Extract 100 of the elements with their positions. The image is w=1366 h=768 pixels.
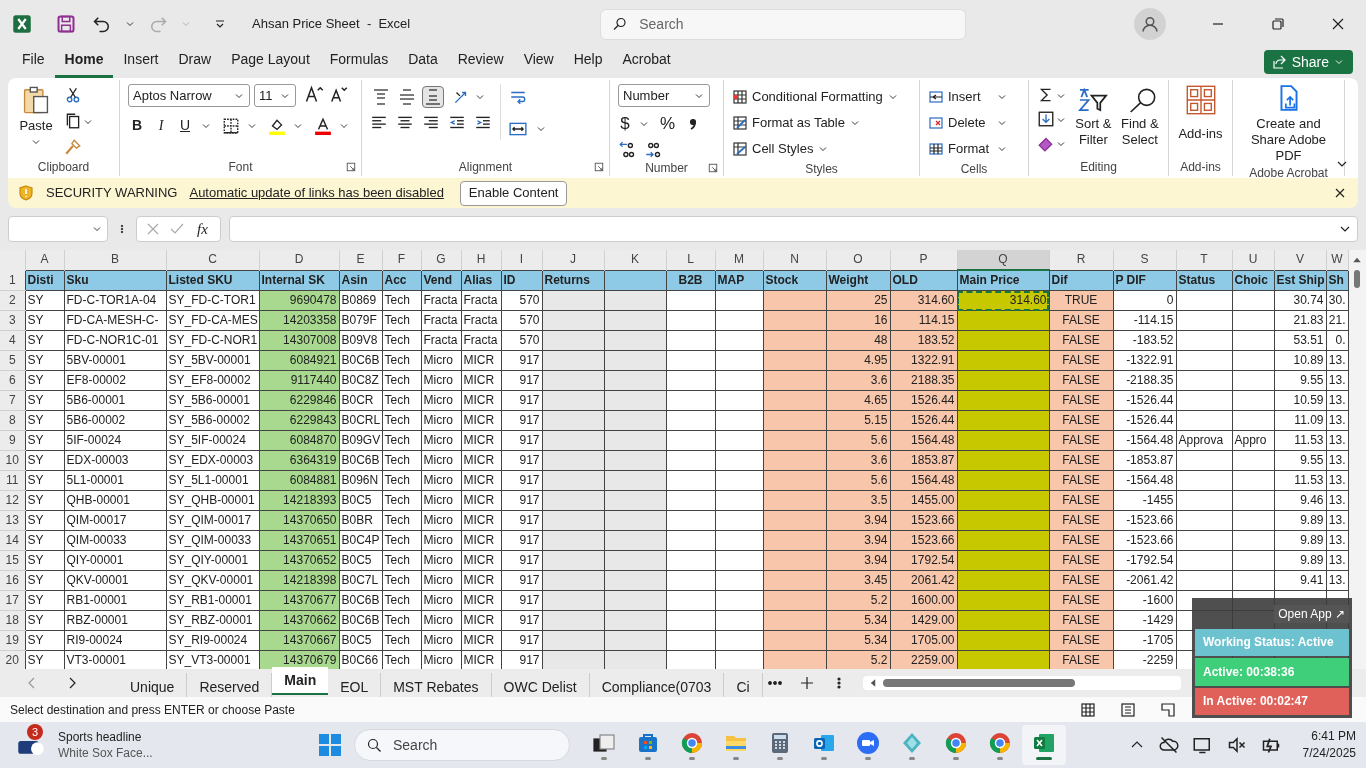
clock-time[interactable]: 6:41 PM — [1311, 728, 1356, 745]
row-heading[interactable]: 1 — [0, 270, 25, 291]
cells-menu-button[interactable]: Format — [928, 138, 1008, 160]
grow-font-icon[interactable] — [304, 84, 324, 104]
row-heading[interactable]: 15 — [0, 550, 25, 571]
add-sheet-icon[interactable] — [798, 675, 815, 691]
row-heading[interactable]: 10 — [0, 450, 25, 471]
scissors-icon[interactable] — [64, 86, 82, 104]
percent-button[interactable]: % — [660, 111, 676, 137]
table-cell: SY_QIM-00017 — [166, 510, 259, 531]
font-name-field[interactable]: Aptos Narrow — [128, 84, 250, 107]
row-heading[interactable]: 5 — [0, 350, 25, 371]
display-icon[interactable] — [1192, 735, 1213, 755]
row-heading[interactable]: 6 — [0, 370, 25, 391]
row-heading[interactable]: 13 — [0, 510, 25, 531]
speaker-muted-icon[interactable] — [1226, 735, 1247, 755]
menu-tab[interactable]: Review — [447, 49, 514, 78]
formula-input[interactable] — [228, 216, 1358, 242]
undo-icon[interactable] — [92, 14, 112, 34]
close-icon[interactable] — [1330, 16, 1346, 32]
menu-tab[interactable]: Draw — [168, 49, 222, 78]
table-cell: 5B6-00002 — [64, 410, 166, 431]
table-cell: -183.52 — [1113, 330, 1176, 351]
cloud-off-icon[interactable] — [1158, 735, 1179, 755]
vertical-align-button[interactable] — [422, 86, 444, 108]
table-cell: Micro — [421, 390, 461, 411]
menu-tab[interactable]: Help — [563, 49, 613, 78]
row-heading[interactable]: 16 — [0, 570, 25, 591]
italic-button[interactable]: I — [152, 115, 170, 136]
enable-content-button[interactable]: Enable Content — [459, 180, 568, 206]
menu-tab[interactable]: Acrobat — [612, 49, 681, 78]
row-heading[interactable]: 14 — [0, 530, 25, 551]
taskbar-search-field[interactable]: Search — [354, 729, 570, 761]
table-cell: -1455 — [1113, 490, 1176, 511]
restore-icon[interactable] — [1270, 16, 1286, 32]
table-cell: MICR — [461, 410, 501, 431]
decrease-decimal-icon[interactable] — [644, 140, 662, 159]
save-icon[interactable] — [56, 14, 76, 34]
search-field[interactable]: Search — [600, 8, 967, 40]
menu-tab[interactable]: Data — [398, 49, 448, 78]
add-ins-button[interactable]: Add-ins — [1177, 84, 1224, 144]
find-select-button[interactable]: Find & Select — [1119, 84, 1160, 148]
shrink-font-icon[interactable] — [328, 84, 348, 104]
fill-down-icon[interactable] — [1037, 110, 1055, 128]
cells-menu-button[interactable]: Delete — [928, 112, 1008, 134]
sort-filter-button[interactable]: Sort & Filter — [1075, 84, 1112, 148]
menu-tab[interactable]: Insert — [113, 49, 169, 78]
menu-tab[interactable]: Formulas — [319, 49, 399, 78]
table-cell: Fracta — [461, 330, 501, 351]
row-heading[interactable]: 12 — [0, 490, 25, 511]
borders-icon[interactable] — [222, 116, 240, 135]
row-heading[interactable]: 4 — [0, 330, 25, 351]
row-heading[interactable]: 7 — [0, 390, 25, 411]
scrollbar-thumb[interactable] — [1354, 270, 1361, 288]
styles-menu-button[interactable]: Format as Table — [732, 112, 899, 134]
create-pdf-button[interactable]: Create and Share Adobe PDF — [1241, 84, 1336, 164]
normal-view-icon[interactable] — [1080, 701, 1096, 718]
horizontal-scrollbar[interactable] — [862, 676, 1181, 690]
row-heading[interactable]: 20 — [0, 650, 25, 671]
share-button[interactable]: Share — [1263, 50, 1353, 74]
table-cell: 5B6-00001 — [64, 390, 166, 411]
row-heading[interactable]: 3 — [0, 310, 25, 331]
styles-menu-button[interactable]: Cell Styles — [732, 138, 899, 160]
open-app-button[interactable]: Open App ↗ — [1274, 604, 1349, 623]
menu-tab[interactable]: Page Layout — [221, 49, 320, 78]
row-heading[interactable]: 2 — [0, 290, 25, 311]
table-cell: SY — [25, 590, 64, 611]
menu-tab[interactable]: File — [12, 49, 55, 78]
cells-menu-button[interactable]: Insert — [928, 86, 1008, 108]
clock-date[interactable]: 7/24/2025 — [1302, 745, 1356, 762]
font-color-icon[interactable] — [314, 116, 332, 135]
copy-icon[interactable] — [64, 112, 82, 130]
row-heading[interactable]: 18 — [0, 610, 25, 631]
increase-decimal-icon[interactable] — [618, 140, 636, 159]
news-title[interactable]: Sports headline — [58, 729, 153, 745]
sheet-tab[interactable]: Main — [272, 667, 329, 695]
row-heading[interactable]: 19 — [0, 630, 25, 651]
paste-button[interactable]: Paste — [16, 84, 56, 148]
table-cell: SY — [25, 390, 64, 411]
page-break-icon[interactable] — [1160, 701, 1176, 718]
row-heading[interactable]: 8 — [0, 410, 25, 431]
table-cell: -1523.66 — [1113, 510, 1176, 531]
font-size-field[interactable]: 11 — [254, 84, 296, 107]
page-layout-icon[interactable] — [1120, 701, 1136, 718]
bold-button[interactable]: B — [128, 115, 146, 136]
table-cell: Tech — [382, 630, 421, 651]
row-heading[interactable]: 11 — [0, 470, 25, 491]
row-heading[interactable]: 17 — [0, 590, 25, 611]
number-format-field[interactable]: Number — [618, 84, 710, 107]
merge-center-icon[interactable] — [509, 120, 527, 138]
column-heading[interactable]: Q — [957, 250, 1049, 270]
styles-menu-button[interactable]: Conditional Formatting — [732, 86, 899, 108]
row-heading[interactable]: 9 — [0, 430, 25, 451]
warning-link[interactable]: Automatic update of links has been disabled — [189, 183, 444, 203]
format-painter-icon[interactable] — [64, 138, 82, 156]
currency-button[interactable]: $ — [618, 111, 632, 137]
start-icon[interactable] — [318, 733, 342, 757]
underline-button[interactable]: U — [176, 115, 194, 136]
menu-tab[interactable]: View — [513, 49, 564, 78]
account-avatar[interactable] — [1134, 8, 1166, 40]
